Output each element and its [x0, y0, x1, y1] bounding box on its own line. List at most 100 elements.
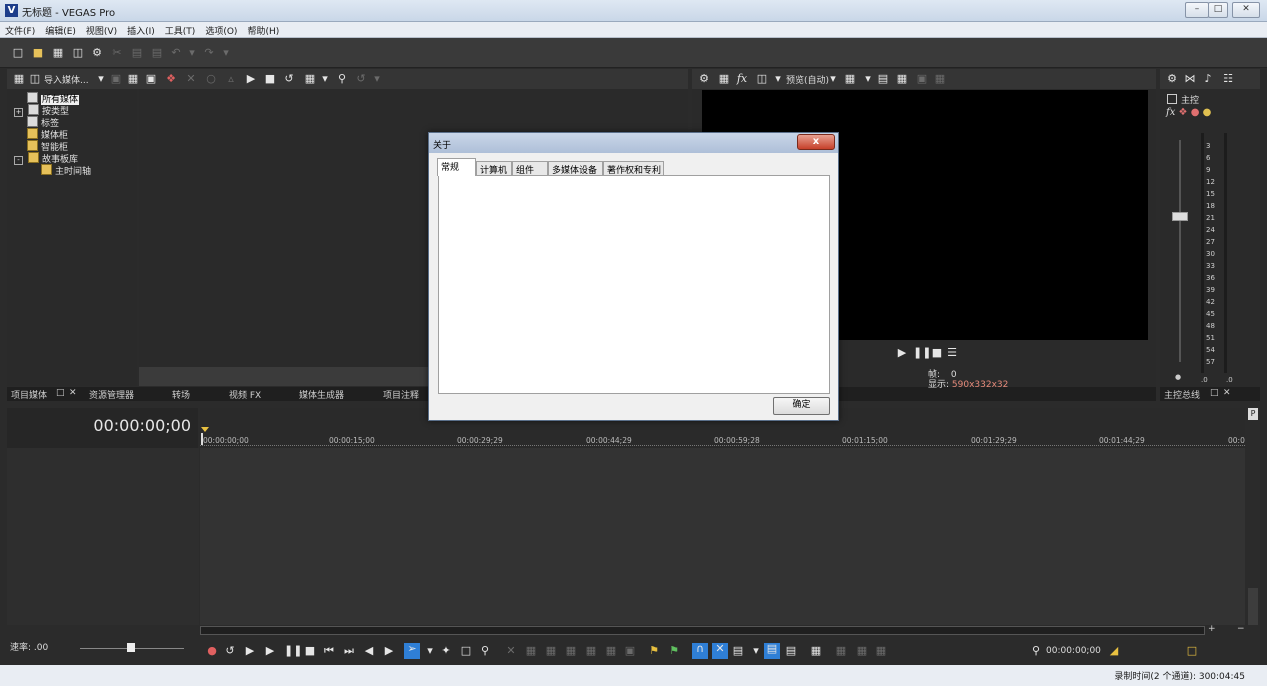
- ignore-grouping-icon[interactable]: ▤: [785, 645, 797, 657]
- save-snapshot-icon[interactable]: ▦: [896, 73, 908, 85]
- media-fx-icon[interactable]: ▣: [145, 73, 157, 85]
- cursor-marker-icon[interactable]: [201, 427, 209, 432]
- tab-copyright-patents[interactable]: 著作权和专利: [603, 161, 664, 176]
- go-to-end-icon[interactable]: ⏭: [343, 645, 355, 657]
- save-icon[interactable]: ▦: [52, 47, 64, 59]
- zoom-tool-icon[interactable]: ⚲: [479, 645, 491, 657]
- preview-quality-dropdown-icon[interactable]: ▾: [772, 73, 784, 85]
- menu-view[interactable]: 视图(V): [81, 22, 122, 37]
- copy-icon[interactable]: ▤: [131, 47, 143, 59]
- play-from-start-icon[interactable]: ▶: [244, 645, 256, 657]
- preview-properties-icon[interactable]: ▦: [718, 73, 730, 85]
- minimize-button[interactable]: –: [1185, 2, 1209, 18]
- tab-video-fx[interactable]: 视频 FX: [229, 388, 261, 401]
- preview-pause-button[interactable]: ❚❚: [913, 347, 931, 359]
- mixer-solo-icon[interactable]: ⋈: [1184, 73, 1196, 85]
- menu-help[interactable]: 帮助(H): [242, 22, 284, 37]
- import-media-icon[interactable]: ◫: [29, 73, 41, 85]
- menu-options[interactable]: 选项(O): [200, 22, 242, 37]
- tab-components[interactable]: 组件: [512, 161, 548, 176]
- tab-project-notes[interactable]: 项目注释: [383, 388, 419, 401]
- external-icon[interactable]: ▦: [856, 645, 868, 657]
- maximize-button[interactable]: □: [1208, 2, 1228, 18]
- tab-master-bus[interactable]: 主控总线: [1164, 388, 1200, 401]
- mixer-tab-maximize-icon[interactable]: □: [1210, 388, 1219, 398]
- tab-transitions[interactable]: 转场: [172, 388, 190, 401]
- track-area[interactable]: [200, 448, 1245, 625]
- trim-end-icon[interactable]: ▦: [565, 645, 577, 657]
- pause-icon[interactable]: ❚❚: [284, 645, 302, 657]
- play-icon[interactable]: ▶: [264, 645, 276, 657]
- ripple-edit-icon[interactable]: ▤: [732, 645, 744, 657]
- tab-close-icon[interactable]: ✕: [69, 388, 77, 398]
- save-as-icon[interactable]: ◫: [72, 47, 84, 59]
- rate-slider-handle[interactable]: [127, 643, 135, 652]
- external-monitor-icon[interactable]: ▣: [916, 73, 928, 85]
- split-icon[interactable]: ▦: [585, 645, 597, 657]
- normalize-icon[interactable]: ▦: [875, 645, 887, 657]
- redo-icon[interactable]: ↷: [203, 47, 215, 59]
- close-window-button[interactable]: ✕: [1232, 2, 1260, 18]
- quality-arrow-icon[interactable]: ▾: [827, 73, 839, 85]
- snapping-icon[interactable]: ∩: [692, 643, 708, 659]
- extensions-icon[interactable]: ▦: [810, 645, 822, 657]
- lock-icon[interactable]: ▣: [624, 645, 636, 657]
- tab-maximize-icon[interactable]: □: [56, 388, 65, 398]
- import-dropdown-icon[interactable]: ▾: [95, 73, 107, 85]
- dialog-close-button[interactable]: x: [797, 134, 835, 150]
- undo-media-dropdown-icon[interactable]: ▾: [371, 73, 383, 85]
- settings-gear-icon[interactable]: ⚙: [91, 47, 103, 59]
- vertical-scrollbar[interactable]: [1248, 588, 1258, 625]
- marker-badge[interactable]: P: [1248, 408, 1258, 420]
- lock-envelopes-icon[interactable]: ▤: [764, 643, 780, 659]
- stop-icon[interactable]: ■: [304, 645, 316, 657]
- auto-preview-icon[interactable]: ▵: [225, 73, 237, 85]
- zoom-out-icon[interactable]: −: [1237, 624, 1245, 634]
- redo-dropdown-icon[interactable]: ▾: [220, 47, 232, 59]
- next-frame-icon[interactable]: ▶: [383, 645, 395, 657]
- auto-crossfade-icon[interactable]: ✕: [712, 643, 728, 659]
- import-media-button[interactable]: 导入媒体...: [44, 73, 89, 86]
- preview-menu-icon[interactable]: ☰: [946, 347, 958, 359]
- selection-tool-icon[interactable]: □: [460, 645, 472, 657]
- remove-media-icon[interactable]: ✕: [185, 73, 197, 85]
- speaker-icon[interactable]: ♪: [1202, 73, 1214, 85]
- ripple-dropdown-icon[interactable]: ▾: [750, 645, 762, 657]
- preview-settings-icon[interactable]: ⚙: [698, 73, 710, 85]
- views-icon[interactable]: ▦: [304, 73, 316, 85]
- tab-media-generators[interactable]: 媒体生成器: [299, 388, 344, 401]
- tab-explorer[interactable]: 资源管理器: [89, 388, 134, 401]
- overlays-icon[interactable]: ▦: [844, 73, 856, 85]
- snapshot-icon[interactable]: ▦: [835, 645, 847, 657]
- master-mute-icon[interactable]: ●: [1191, 107, 1200, 118]
- normal-edit-tool-icon[interactable]: ➢: [404, 643, 420, 659]
- mixer-tab-close-icon[interactable]: ✕: [1223, 388, 1231, 398]
- get-media-icon[interactable]: ▦: [127, 73, 139, 85]
- edit-tool-dropdown-icon[interactable]: ▾: [424, 645, 436, 657]
- horizontal-scrollbar[interactable]: [200, 626, 1205, 635]
- master-solo-icon[interactable]: ●: [1203, 107, 1212, 118]
- preview-play-button[interactable]: ▶: [896, 347, 908, 359]
- menu-tools[interactable]: 工具(T): [160, 22, 201, 37]
- tree-item-main-timeline[interactable]: 主时间轴: [41, 164, 91, 177]
- grid-icon[interactable]: ▦: [934, 73, 946, 85]
- master-fader-handle[interactable]: [1172, 212, 1188, 221]
- refresh-icon[interactable]: ○: [205, 73, 217, 85]
- envelope-tool-icon[interactable]: ✦: [440, 645, 452, 657]
- undo-icon[interactable]: ↶: [170, 47, 182, 59]
- cut-icon[interactable]: ✂: [111, 47, 123, 59]
- tab-general[interactable]: 常规: [437, 158, 476, 176]
- preview-stop-icon[interactable]: ■: [264, 73, 276, 85]
- fader-lock-icon[interactable]: ●: [1175, 373, 1181, 381]
- record-mic-icon[interactable]: ●: [206, 645, 218, 657]
- undo-media-icon[interactable]: ↺: [355, 73, 367, 85]
- loop-playback-icon[interactable]: ↺: [224, 645, 236, 657]
- go-to-start-icon[interactable]: ⏮: [323, 645, 335, 657]
- tab-computer[interactable]: 计算机: [476, 161, 512, 176]
- insert-marker-icon[interactable]: ⚑: [648, 645, 660, 657]
- delete-icon[interactable]: ✕: [505, 645, 517, 657]
- paste-icon[interactable]: ▤: [151, 47, 163, 59]
- about-dialog-title-bar[interactable]: 关于 x: [429, 133, 838, 153]
- preview-stop-button[interactable]: ■: [931, 347, 943, 359]
- copy-snapshot-icon[interactable]: ▤: [877, 73, 889, 85]
